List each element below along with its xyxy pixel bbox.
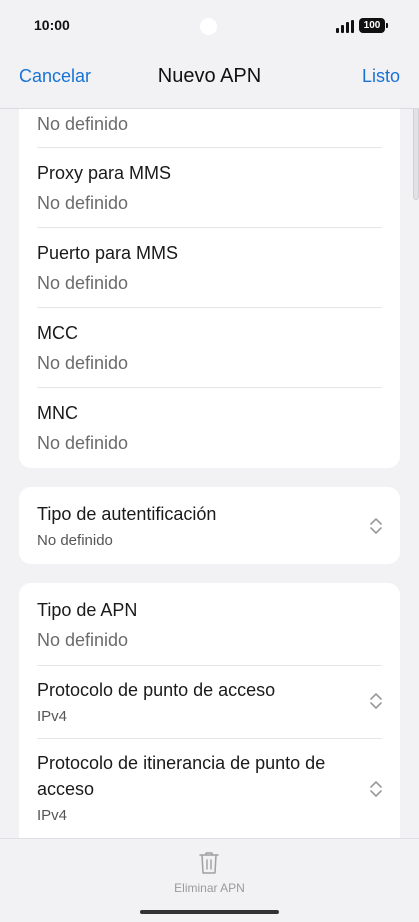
row-value: No definido (37, 532, 113, 549)
page-title: Nuevo APN (157, 65, 262, 87)
done-button[interactable]: Listo (362, 66, 400, 87)
row-value: No definido (37, 433, 129, 453)
list-item-protocol[interactable]: Protocolo de punto de acceso IPv4 (19, 666, 400, 738)
row-value: No definido (37, 114, 129, 134)
chevron-up-down-icon (370, 693, 382, 709)
row-value: No definido (37, 193, 129, 213)
row-title: Protocolo de itinerancia de punto de (37, 753, 326, 773)
row-value: No definido (37, 630, 129, 650)
row-value: No definido (37, 273, 129, 293)
list-item-mms-port[interactable]: Puerto para MMS No definido (19, 228, 400, 307)
battery-icon: 100 (359, 18, 388, 33)
row-value: IPv4 (37, 708, 68, 725)
row-title: MCC (37, 323, 78, 343)
settings-list[interactable]: No definido Proxy para MMS No definido P… (0, 109, 419, 838)
row-title: Proxy para MMS (37, 163, 172, 183)
row-title: MNC (37, 403, 78, 423)
list-item-apn-type[interactable]: Tipo de APN No definido (19, 583, 400, 665)
apn-type-card: Tipo de APN No definido Protocolo de pun… (19, 583, 400, 838)
home-indicator[interactable] (140, 910, 279, 914)
row-value: No definido (37, 353, 129, 373)
row-title: Tipo de autentificación (37, 504, 217, 524)
list-item-previous[interactable]: No definido (19, 109, 400, 147)
list-item-roaming-protocol[interactable]: Protocolo de itinerancia de punto de acc… (19, 739, 400, 838)
chevron-up-down-icon (370, 781, 382, 797)
trash-icon[interactable] (198, 851, 220, 875)
row-title: Puerto para MMS (37, 243, 179, 263)
bottom-action-bar: Eliminar APN (0, 838, 419, 922)
mms-card: No definido Proxy para MMS No definido P… (19, 109, 400, 468)
list-item-mms-proxy[interactable]: Proxy para MMS No definido (19, 148, 400, 227)
nav-bar: Cancelar Nuevo APN Listo (0, 52, 419, 108)
auth-card: Tipo de autentificación No definido (19, 487, 400, 564)
row-title: Tipo de APN (37, 600, 138, 620)
signal-icon (336, 20, 354, 33)
status-time: 10:00 (34, 17, 70, 33)
delete-apn-button[interactable]: Eliminar APN (0, 881, 419, 895)
list-item-auth-type[interactable]: Tipo de autentificación No definido (19, 487, 400, 564)
status-bar: 10:00 100 (0, 0, 419, 52)
scrollbar[interactable] (413, 109, 419, 200)
row-value: IPv4 (37, 807, 68, 824)
camera-cutout (200, 18, 217, 35)
chevron-up-down-icon (370, 518, 382, 534)
list-item-mcc[interactable]: MCC No definido (19, 308, 400, 387)
row-title: Protocolo de punto de acceso (37, 680, 276, 700)
list-item-mnc[interactable]: MNC No definido (19, 388, 400, 468)
row-title-continued: acceso (37, 779, 95, 799)
